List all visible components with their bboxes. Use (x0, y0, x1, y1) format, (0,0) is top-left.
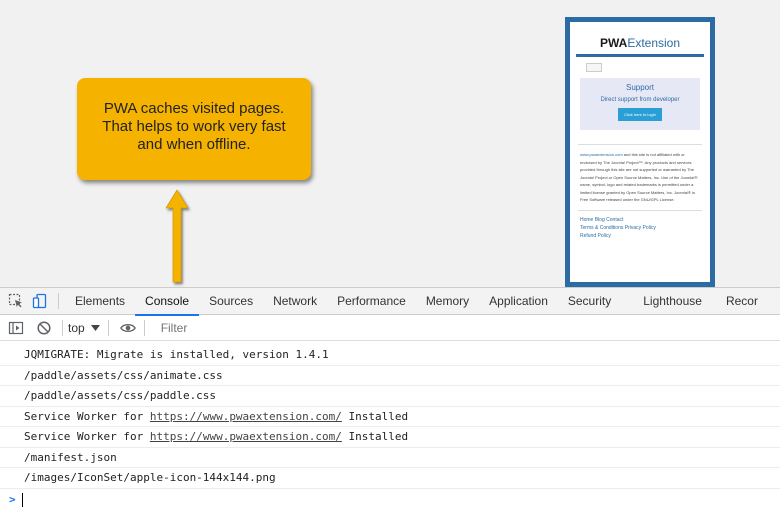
tab-security[interactable]: Security (558, 288, 633, 315)
up-arrow-icon (165, 189, 189, 283)
mobile-site-page: PWAExtension Support Direct support from… (570, 22, 710, 282)
console-log-row: Service Worker for https://www.pwaextens… (0, 407, 780, 427)
context-selector[interactable]: top (68, 321, 100, 335)
divider (578, 144, 702, 145)
console-messages: JQMIGRATE: Migrate is installed, version… (0, 341, 780, 511)
tab-application[interactable]: Application (479, 288, 558, 315)
toolbar-divider (62, 319, 63, 336)
inspect-element-icon[interactable] (8, 293, 24, 309)
log-prefix: Service Worker for (24, 409, 150, 423)
site-logo-extension: Extension (627, 36, 681, 50)
site-logo-pwa: PWA (599, 36, 628, 50)
device-toolbar-icon[interactable] (32, 293, 48, 309)
show-sidebar-icon[interactable] (8, 320, 24, 336)
callout-line-2: That helps to work very fast (102, 118, 286, 135)
footer-link-home[interactable]: Home (580, 217, 593, 223)
tab-console[interactable]: Console (135, 288, 200, 316)
tab-performance[interactable]: Performance (327, 288, 416, 315)
service-worker-link[interactable]: https://www.pwaextension.com/ (150, 410, 342, 423)
callout-line-3: and when offline. (137, 136, 251, 153)
tab-sources[interactable]: Sources (199, 288, 263, 315)
console-prompt[interactable]: > (0, 489, 780, 511)
logo-underline (576, 54, 704, 57)
console-toolbar: top (0, 315, 780, 341)
tab-elements[interactable]: Elements (65, 288, 135, 315)
support-title: Support (625, 83, 655, 92)
tab-lighthouse[interactable]: Lighthouse (633, 288, 716, 315)
legal-notice: www.pwaextension.com and this site is no… (580, 151, 702, 204)
site-logo[interactable]: PWAExtension (570, 22, 710, 50)
footer-link-blog[interactable]: Blog (595, 217, 605, 223)
text-cursor (21, 492, 23, 507)
support-login-button[interactable]: Click here to login (618, 108, 662, 121)
service-worker-link[interactable]: https://www.pwaextension.com/ (150, 430, 342, 443)
console-log-row: /paddle/assets/css/animate.css (0, 366, 780, 386)
footer-link-refund[interactable]: Refund Policy (580, 233, 611, 239)
divider (578, 209, 702, 211)
log-prefix: Service Worker for (24, 430, 150, 443)
prompt-chevron-icon: > (9, 493, 16, 506)
footer-link-terms[interactable]: Terms & Conditions (580, 225, 623, 231)
tabbar-divider (58, 293, 59, 309)
hamburger-menu-icon[interactable] (586, 63, 602, 72)
devtools-panel: Elements Console Sources Network Perform… (0, 287, 780, 530)
footer-link-contact[interactable]: Contact (606, 217, 623, 223)
screenshot: PWAExtension Support Direct support from… (0, 0, 780, 530)
console-log-row: JQMIGRATE: Migrate is installed, version… (0, 345, 780, 366)
live-expression-eye-icon[interactable] (119, 320, 136, 336)
footer-links: Home Blog Contact Terms & Conditions Pri… (580, 216, 702, 240)
console-log-row: /manifest.json (0, 448, 780, 468)
legal-site-link[interactable]: www.pwaextension.com (580, 152, 623, 157)
console-log-row: Service Worker for https://www.pwaextens… (0, 427, 780, 448)
legal-text: and this site is not affiliated with or … (580, 152, 698, 202)
context-label: top (68, 320, 85, 335)
log-suffix: Installed (341, 430, 409, 443)
console-filter-input[interactable] (155, 317, 456, 338)
support-subtitle: Direct support from developer (600, 97, 680, 103)
console-log-row: /paddle/assets/css/paddle.css (0, 386, 780, 407)
dropdown-triangle-icon (90, 324, 100, 331)
support-box: Support Direct support from developer Cl… (580, 78, 700, 130)
toolbar-divider (107, 319, 109, 336)
clear-console-icon[interactable] (36, 320, 52, 336)
tab-network[interactable]: Network (263, 288, 327, 315)
console-log-row: /images/IconSet/apple-icon-144x144.png (0, 468, 780, 489)
mobile-site-preview: PWAExtension Support Direct support from… (565, 17, 715, 287)
tab-recorder[interactable]: Recor (716, 288, 768, 315)
callout-line-1: PWA caches visited pages. (103, 100, 285, 117)
annotation-callout: PWA caches visited pages. That helps to … (77, 78, 311, 180)
devtools-tabbar: Elements Console Sources Network Perform… (0, 288, 780, 316)
toolbar-divider (143, 319, 145, 336)
tab-memory[interactable]: Memory (416, 288, 479, 315)
log-suffix: Installed (341, 409, 409, 423)
footer-link-privacy[interactable]: Privacy Policy (625, 225, 656, 231)
